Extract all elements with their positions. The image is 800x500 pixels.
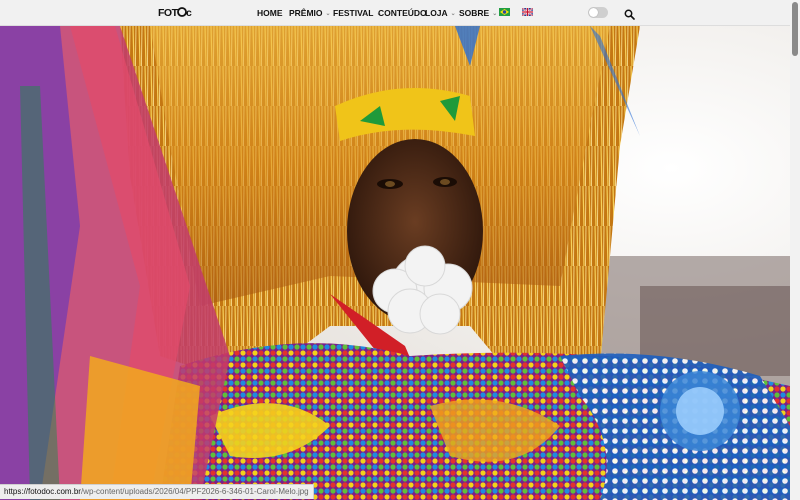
nav-premio-label: PRÊMIO bbox=[289, 8, 323, 18]
nav-home-label: HOME bbox=[257, 8, 283, 18]
scrollbar-thumb[interactable] bbox=[792, 2, 798, 56]
nav-loja[interactable]: LOJA ⌄ bbox=[425, 8, 456, 18]
festival-portrait-photo bbox=[0, 26, 790, 500]
uk-flag-icon[interactable] bbox=[522, 8, 533, 16]
dark-mode-toggle[interactable] bbox=[588, 7, 608, 18]
nav-conteudo-label: CONTEÚDO bbox=[378, 8, 427, 18]
nav-sobre[interactable]: SOBRE ⌄ bbox=[459, 8, 497, 18]
svg-text:c: c bbox=[186, 7, 192, 19]
nav-festival[interactable]: FESTIVAL ⌄ bbox=[333, 8, 382, 18]
link-preview-statusbar: https://fotodoc.com.br/wp-content/upload… bbox=[0, 484, 314, 499]
chevron-down-icon: ⌄ bbox=[325, 10, 331, 17]
nav-loja-label: LOJA bbox=[425, 8, 448, 18]
search-icon[interactable] bbox=[624, 7, 635, 20]
hero-photo[interactable] bbox=[0, 26, 790, 500]
statusbar-path: /wp-content/uploads/2026/04/PPF2026-6-34… bbox=[80, 487, 309, 496]
nav-conteudo[interactable]: CONTEÚDO bbox=[378, 8, 427, 18]
svg-text:FOT: FOT bbox=[158, 7, 179, 19]
nav-home[interactable]: HOME bbox=[257, 8, 283, 18]
nav-festival-label: FESTIVAL bbox=[333, 8, 374, 18]
top-navbar: FOT c HOME PRÊMIO ⌄ FESTIVAL ⌄ CONTEÚDO … bbox=[0, 0, 790, 26]
brazil-flag-icon[interactable] bbox=[499, 8, 510, 16]
chevron-down-icon: ⌄ bbox=[492, 10, 498, 17]
site-logo[interactable]: FOT c bbox=[158, 5, 192, 19]
page-scrollbar[interactable] bbox=[790, 0, 800, 500]
toggle-knob bbox=[589, 8, 598, 17]
fotodoc-logo-icon: FOT c bbox=[158, 7, 192, 19]
statusbar-host: https://fotodoc.com.br bbox=[4, 487, 81, 496]
nav-premio[interactable]: PRÊMIO ⌄ bbox=[289, 8, 331, 18]
chevron-down-icon: ⌄ bbox=[450, 10, 456, 17]
nav-sobre-label: SOBRE bbox=[459, 8, 490, 18]
